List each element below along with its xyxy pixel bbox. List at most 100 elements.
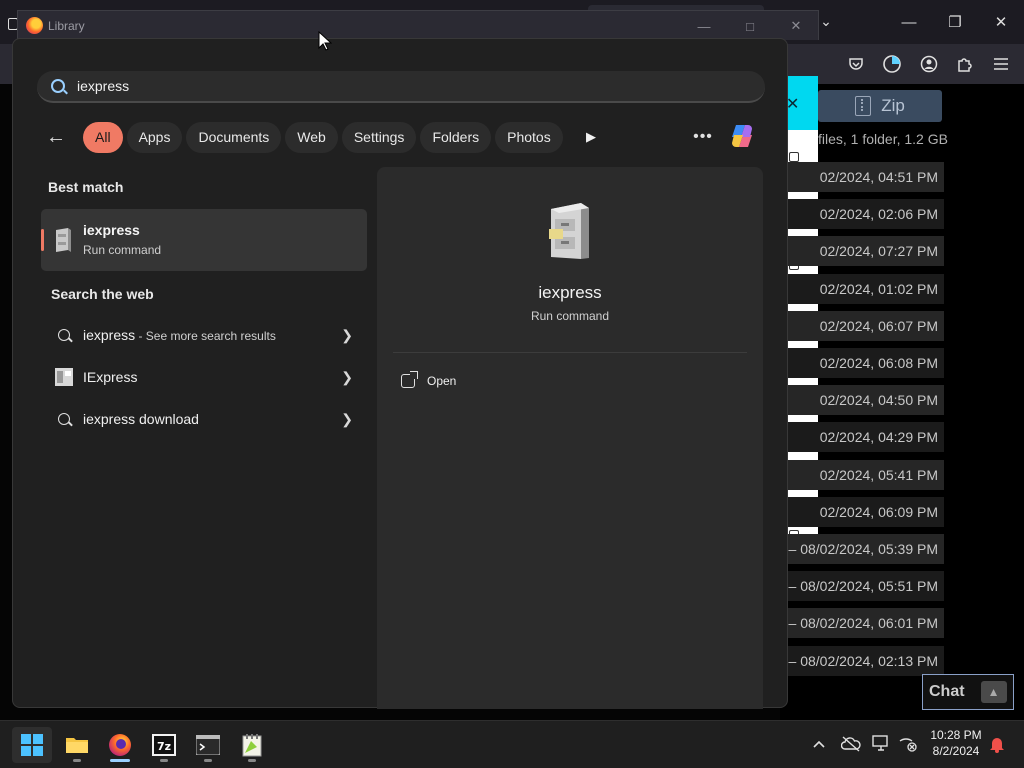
open-action[interactable]: Open xyxy=(401,369,456,393)
library-maximize-button[interactable]: □ xyxy=(740,17,760,35)
onedrive-offline-icon[interactable] xyxy=(840,733,862,755)
firefox-button[interactable] xyxy=(100,727,140,763)
detail-subtitle: Run command xyxy=(530,309,610,323)
more-options-icon[interactable]: ••• xyxy=(693,125,713,149)
filter-photos[interactable]: Photos xyxy=(495,121,563,153)
chevron-right-icon: ❯ xyxy=(341,327,353,343)
more-filters-play-icon[interactable]: ▶ xyxy=(583,129,599,145)
library-window-titlebar[interactable]: Library — □ ✕ xyxy=(17,10,819,40)
windows-logo-icon xyxy=(21,734,43,756)
file-date-row: – 08/02/2024, 06:01 PM xyxy=(788,608,944,639)
account-icon[interactable] xyxy=(918,53,940,75)
file-date-row: 02/2024, 04:50 PM xyxy=(788,385,944,416)
chevron-up-icon[interactable] xyxy=(808,733,830,755)
filter-folders[interactable]: Folders xyxy=(420,121,492,153)
browser-minimize-button[interactable]: — xyxy=(894,8,924,36)
clock-time: 10:28 PM xyxy=(930,728,982,742)
file-date-row: 02/2024, 06:08 PM xyxy=(788,348,944,378)
display-icon[interactable] xyxy=(871,733,893,755)
chevron-right-icon: ❯ xyxy=(341,411,353,427)
copilot-icon[interactable] xyxy=(727,121,757,151)
file-explorer-button[interactable] xyxy=(57,727,97,763)
firefox-icon xyxy=(109,734,131,756)
back-arrow-icon[interactable]: ← xyxy=(39,121,73,153)
chat-button[interactable]: Chat ▲ xyxy=(922,674,1014,710)
iexpress-app-icon xyxy=(53,366,75,388)
notepad-plus-plus-button[interactable] xyxy=(232,727,272,763)
zip-file-icon xyxy=(855,96,872,116)
web-result-label: iexpress download xyxy=(83,411,199,427)
clock-date: 8/2/2024 xyxy=(932,744,980,758)
file-date-row: 02/2024, 06:07 PM xyxy=(788,310,944,341)
tab-list-chevron-icon[interactable]: ⌄ xyxy=(816,10,836,32)
notification-bell-icon[interactable] xyxy=(986,733,1008,755)
search-input[interactable] xyxy=(77,78,697,94)
network-disconnected-icon[interactable] xyxy=(897,733,919,755)
search-icon xyxy=(51,79,65,93)
file-date-row: – 08/02/2024, 05:51 PM xyxy=(788,571,944,602)
7zip-button[interactable]: 7z xyxy=(144,727,184,763)
filter-settings[interactable]: Settings xyxy=(341,121,417,153)
7zip-icon: 7z xyxy=(152,734,176,756)
file-date-row: – 08/02/2024, 02:13 PM xyxy=(788,645,944,676)
file-date-row: – 08/02/2024, 05:39 PM xyxy=(788,534,944,564)
file-date-row: 02/2024, 05:41 PM xyxy=(788,459,944,490)
chevron-right-icon: ❯ xyxy=(341,369,353,385)
search-icon xyxy=(53,408,75,430)
search-box[interactable] xyxy=(37,71,765,103)
pocket-icon[interactable] xyxy=(845,53,867,75)
vpn-icon[interactable] xyxy=(881,53,903,75)
extensions-icon[interactable] xyxy=(954,53,976,75)
detail-title: iexpress xyxy=(538,283,602,302)
filter-web[interactable]: Web xyxy=(285,121,338,153)
library-minimize-button[interactable]: — xyxy=(694,17,714,35)
web-result-label: IExpress xyxy=(83,369,138,385)
file-date-row: 02/2024, 07:27 PM xyxy=(788,236,944,267)
zip-button-label: Zip xyxy=(881,96,905,115)
firefox-icon xyxy=(26,17,43,34)
files-summary: files, 1 folder, 1.2 GB xyxy=(818,131,948,147)
library-close-button[interactable]: ✕ xyxy=(786,17,806,35)
filter-apps[interactable]: Apps xyxy=(126,121,183,153)
web-result-iexpress[interactable]: IExpress ❯ xyxy=(41,358,367,396)
best-match-result[interactable]: iexpress Run command xyxy=(41,209,367,271)
file-cabinet-icon xyxy=(56,228,71,252)
search-web-heading: Search the web xyxy=(51,286,154,302)
library-window-title: Library xyxy=(48,19,85,33)
filter-bar: ← All Apps Documents Web Settings Folder… xyxy=(39,121,563,153)
zip-button[interactable]: Zip xyxy=(818,90,942,122)
best-match-subtitle: Run command xyxy=(83,243,162,257)
best-match-heading: Best match xyxy=(48,179,124,195)
dialog-header: ✕ xyxy=(786,76,818,130)
web-result-see-more[interactable]: iexpress - See more search results ❯ xyxy=(41,316,367,354)
chevron-up-icon[interactable]: ▲ xyxy=(980,681,1007,703)
selection-accent xyxy=(41,229,44,251)
window-edge xyxy=(0,10,18,40)
hamburger-menu-icon[interactable] xyxy=(990,53,1012,75)
result-detail-pane: iexpress Run command Open xyxy=(377,167,763,709)
browser-restore-button[interactable]: ❐ xyxy=(940,8,970,36)
notepad-plus-plus-icon xyxy=(242,734,262,757)
file-date-row: 02/2024, 02:06 PM xyxy=(788,199,944,230)
filter-documents[interactable]: Documents xyxy=(186,121,282,153)
best-match-title: iexpress xyxy=(83,222,140,238)
start-search-panel: ← All Apps Documents Web Settings Folder… xyxy=(12,38,788,709)
terminal-icon xyxy=(196,735,220,755)
file-cabinet-icon xyxy=(549,203,589,259)
start-button[interactable] xyxy=(12,727,52,763)
divider xyxy=(393,352,747,353)
mouse-cursor-icon xyxy=(318,31,332,51)
file-date-row: 02/2024, 01:02 PM xyxy=(788,273,944,304)
taskbar-clock[interactable]: 10:28 PM 8/2/2024 xyxy=(924,727,988,759)
svg-text:7z: 7z xyxy=(157,740,171,753)
file-date-row: 02/2024, 04:51 PM xyxy=(788,162,944,192)
close-icon[interactable]: ✕ xyxy=(786,94,799,114)
search-icon xyxy=(53,324,75,346)
filter-all[interactable]: All xyxy=(83,121,123,153)
open-external-icon xyxy=(401,371,418,388)
file-date-row: 02/2024, 04:29 PM xyxy=(788,422,944,453)
browser-close-button[interactable]: ✕ xyxy=(986,8,1016,36)
open-action-label: Open xyxy=(427,374,457,388)
web-result-download[interactable]: iexpress download ❯ xyxy=(41,400,367,438)
terminal-button[interactable] xyxy=(188,727,228,763)
